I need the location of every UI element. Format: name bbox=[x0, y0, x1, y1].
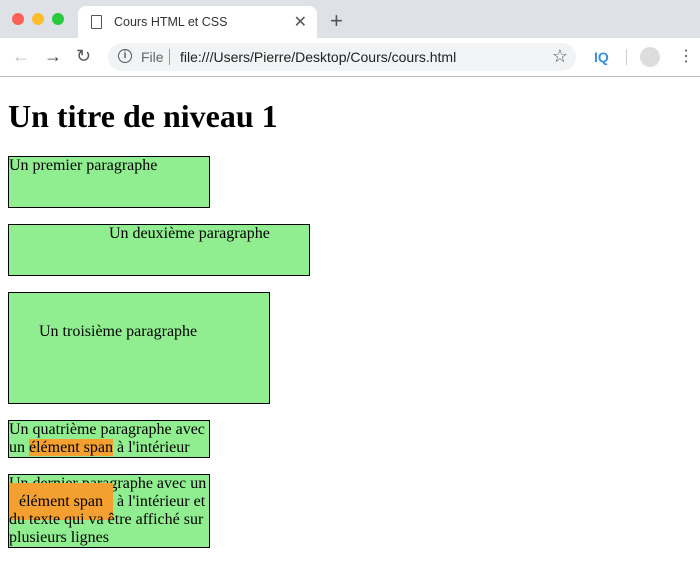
document-icon bbox=[91, 15, 102, 29]
reload-button[interactable]: ↻ bbox=[76, 46, 91, 67]
tab-title: Cours HTML et CSS bbox=[114, 15, 228, 29]
paragraph-2: Un deuxième paragraphe bbox=[8, 224, 310, 276]
divider bbox=[169, 49, 170, 65]
paragraph-4: Un quatrième paragraphe avec un élément … bbox=[8, 420, 210, 458]
close-window-button[interactable] bbox=[12, 13, 24, 25]
heading-1: Un titre de niveau 1 bbox=[8, 98, 278, 134]
minimize-window-button[interactable] bbox=[32, 13, 44, 25]
paragraph-5: Un dernier paragraphe avec un élément sp… bbox=[8, 474, 210, 548]
scheme-label: File bbox=[141, 49, 164, 65]
tab-bar: Cours HTML et CSS ✕ + bbox=[0, 0, 700, 38]
maximize-window-button[interactable] bbox=[52, 13, 64, 25]
toolbar: ← → ↻ i File file:///Users/Pierre/Deskto… bbox=[0, 38, 700, 77]
close-tab-icon[interactable]: ✕ bbox=[294, 12, 307, 32]
text: à l'intérieur bbox=[112, 439, 190, 456]
paragraph-1: Un premier paragraphe bbox=[8, 156, 210, 208]
divider bbox=[626, 49, 627, 65]
info-icon[interactable]: i bbox=[118, 49, 132, 63]
new-tab-button[interactable]: + bbox=[330, 8, 343, 34]
span-element: élément span bbox=[29, 439, 113, 456]
menu-icon[interactable]: ⋮ bbox=[678, 46, 694, 66]
address-bar[interactable]: i File file:///Users/Pierre/Desktop/Cour… bbox=[108, 43, 576, 71]
url-text[interactable]: file:///Users/Pierre/Desktop/Cours/cours… bbox=[180, 49, 456, 65]
bookmark-star-icon[interactable]: ☆ bbox=[552, 46, 568, 67]
tab-active[interactable]: Cours HTML et CSS ✕ bbox=[78, 6, 317, 38]
profile-avatar[interactable] bbox=[640, 47, 660, 67]
back-button[interactable]: ← bbox=[12, 46, 30, 67]
paragraph-3: Un troisième paragraphe bbox=[8, 292, 270, 404]
forward-button[interactable]: → bbox=[44, 46, 62, 67]
page-content: Un titre de niveau 1 Un premier paragrap… bbox=[0, 98, 700, 548]
extension-iq-button[interactable]: IQ bbox=[594, 49, 609, 65]
